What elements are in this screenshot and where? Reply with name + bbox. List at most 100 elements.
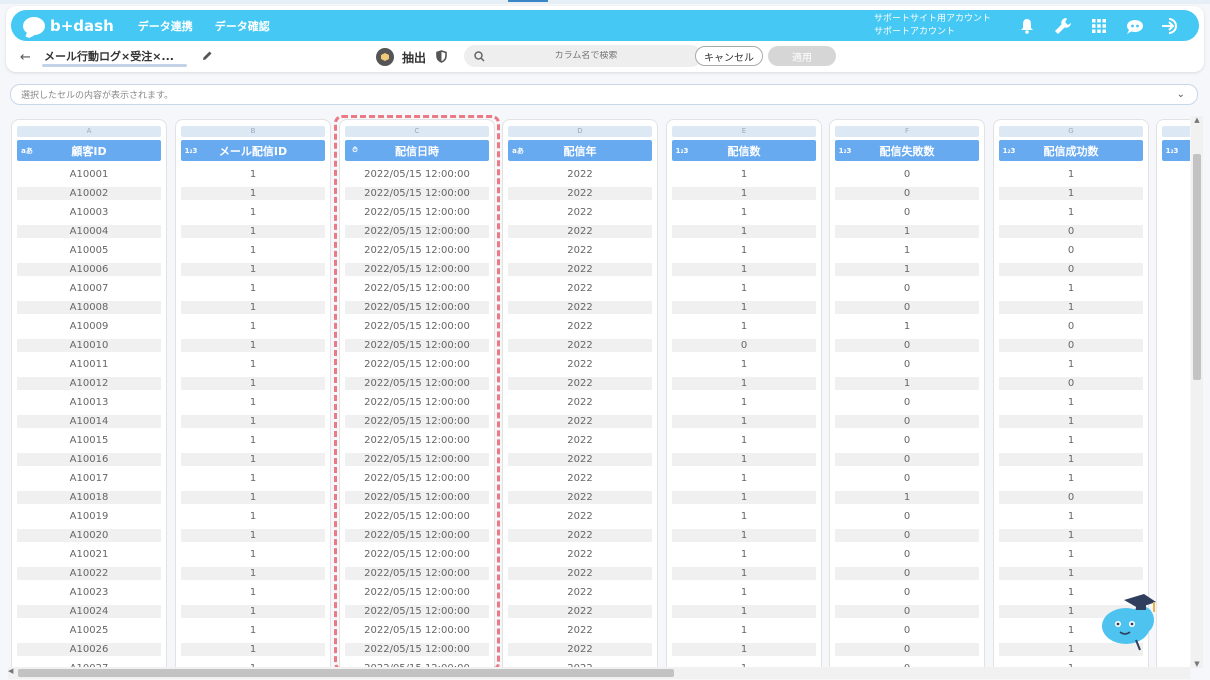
table-cell[interactable]: 1	[672, 279, 816, 298]
table-cell[interactable]: 2022	[508, 165, 652, 184]
table-cell[interactable]: 1	[999, 545, 1143, 564]
table-cell[interactable]: 1	[672, 529, 816, 542]
table-cell[interactable]: A10022	[17, 567, 161, 580]
logout-icon[interactable]	[1153, 10, 1189, 41]
horizontal-scrollbar[interactable]: ◀	[8, 667, 1190, 679]
table-cell[interactable]: A10016	[17, 453, 161, 466]
table-cell[interactable]: 2022/05/15 12:00:00	[345, 583, 489, 602]
table-cell[interactable]: 0	[999, 339, 1143, 352]
table-cell[interactable]: 1	[672, 355, 816, 374]
table-cell[interactable]: 1	[999, 355, 1143, 374]
table-cell[interactable]: 0	[835, 469, 979, 488]
table-cell[interactable]: 1	[181, 545, 325, 564]
table-cell[interactable]: 1	[672, 263, 816, 276]
table-cell[interactable]: 1	[672, 469, 816, 488]
table-cell[interactable]: 1	[181, 431, 325, 450]
table-cell[interactable]: 2022	[508, 469, 652, 488]
logo[interactable]: b+dash	[23, 16, 114, 35]
table-cell[interactable]: A10011	[17, 355, 161, 374]
table-cell[interactable]: 2022/05/15 12:00:00	[345, 469, 489, 488]
table-cell[interactable]: 1	[999, 529, 1143, 542]
table-cell[interactable]: 0	[835, 339, 979, 352]
column-letter[interactable]: D	[508, 126, 652, 137]
table-cell[interactable]: 1	[835, 241, 979, 260]
column-header[interactable]: ⏱ 配信日時	[345, 140, 489, 161]
table-cell[interactable]: 1	[999, 187, 1143, 200]
table-cell[interactable]: 0	[835, 301, 979, 314]
table-cell[interactable]: 2022	[508, 643, 652, 656]
search-input[interactable]	[491, 51, 681, 61]
column-header[interactable]: 1₂3 配信成功数	[999, 140, 1143, 161]
extract-button[interactable]: 抽出	[376, 44, 447, 70]
table-cell[interactable]: 1	[999, 567, 1143, 580]
table-cell[interactable]: 1	[672, 241, 816, 260]
table-cell[interactable]: 1	[181, 339, 325, 352]
table-cell[interactable]: 2022/05/15 12:00:00	[345, 643, 489, 656]
table-cell[interactable]: A10012	[17, 377, 161, 390]
nav-data-check[interactable]: データ確認	[215, 18, 270, 34]
table-cell[interactable]: 1	[181, 317, 325, 336]
table-cell[interactable]: 0	[835, 605, 979, 618]
table-cell[interactable]: 1	[181, 203, 325, 222]
table-cell[interactable]: 2022	[508, 583, 652, 602]
table-cell[interactable]: 1	[672, 187, 816, 200]
table-cell[interactable]: A10017	[17, 469, 161, 488]
table-cell[interactable]: 0	[835, 415, 979, 428]
table-cell[interactable]: 2022	[508, 377, 652, 390]
table-cell[interactable]: 1	[672, 453, 816, 466]
table-cell[interactable]: 1	[672, 507, 816, 526]
column-letter[interactable]: F	[835, 126, 979, 137]
back-arrow-icon[interactable]: ←	[20, 50, 40, 65]
table-cell[interactable]: A10014	[17, 415, 161, 428]
table-cell[interactable]: 1	[999, 165, 1143, 184]
table-cell[interactable]: 1	[999, 279, 1143, 298]
table-cell[interactable]: 1	[181, 567, 325, 580]
table-cell[interactable]: 1	[672, 165, 816, 184]
table-cell[interactable]: 1	[999, 415, 1143, 428]
column-header[interactable]: 1₂3 メール配信ID	[181, 140, 325, 161]
shield-icon[interactable]	[436, 48, 447, 67]
table-cell[interactable]: 1	[181, 165, 325, 184]
table-cell[interactable]: A10004	[17, 225, 161, 238]
table-cell[interactable]: A10007	[17, 279, 161, 298]
table-cell[interactable]: 1	[181, 377, 325, 390]
pencil-icon[interactable]	[202, 50, 213, 64]
table-cell[interactable]: 2022/05/15 12:00:00	[345, 491, 489, 504]
table-cell[interactable]: 0	[999, 317, 1143, 336]
table-cell[interactable]: 1	[672, 583, 816, 602]
table-cell[interactable]: 2022	[508, 263, 652, 276]
table-cell[interactable]: 2022/05/15 12:00:00	[345, 165, 489, 184]
table-cell[interactable]: 2022/05/15 12:00:00	[345, 567, 489, 580]
table-cell[interactable]: 1	[672, 377, 816, 390]
table-cell[interactable]: 2022	[508, 453, 652, 466]
table-cell[interactable]: A10003	[17, 203, 161, 222]
table-cell[interactable]: 1	[672, 431, 816, 450]
table-cell[interactable]: 2022	[508, 317, 652, 336]
table-cell[interactable]: 2022	[508, 431, 652, 450]
table-cell[interactable]: 1	[672, 225, 816, 238]
table-cell[interactable]: 2022/05/15 12:00:00	[345, 393, 489, 412]
chevron-down-icon[interactable]: ⌄	[1177, 89, 1185, 100]
table-cell[interactable]: 0	[672, 339, 816, 352]
table-cell[interactable]: 0	[835, 355, 979, 374]
cell-content-bar[interactable]: 選択したセルの内容が表示されます。 ⌄	[10, 84, 1198, 105]
table-cell[interactable]: 2022	[508, 355, 652, 374]
table-cell[interactable]: 1	[999, 393, 1143, 412]
column-letter[interactable]: E	[672, 126, 816, 137]
table-cell[interactable]: 1	[672, 301, 816, 314]
table-cell[interactable]: 1	[672, 415, 816, 428]
table-cell[interactable]: 0	[835, 279, 979, 298]
table-cell[interactable]: 0	[835, 431, 979, 450]
table-cell[interactable]: 2022/05/15 12:00:00	[345, 339, 489, 352]
column-letter[interactable]: B	[181, 126, 325, 137]
table-cell[interactable]: 0	[999, 225, 1143, 238]
table-cell[interactable]: 2022/05/15 12:00:00	[345, 279, 489, 298]
table-cell[interactable]: 2022	[508, 507, 652, 526]
table-cell[interactable]: A10015	[17, 431, 161, 450]
table-cell[interactable]: 1	[181, 643, 325, 656]
table-cell[interactable]: 1	[181, 263, 325, 276]
column-letter[interactable]: C	[345, 126, 489, 137]
table-cell[interactable]: 1	[181, 507, 325, 526]
table-cell[interactable]: 1	[181, 279, 325, 298]
table-cell[interactable]: 2022/05/15 12:00:00	[345, 187, 489, 200]
